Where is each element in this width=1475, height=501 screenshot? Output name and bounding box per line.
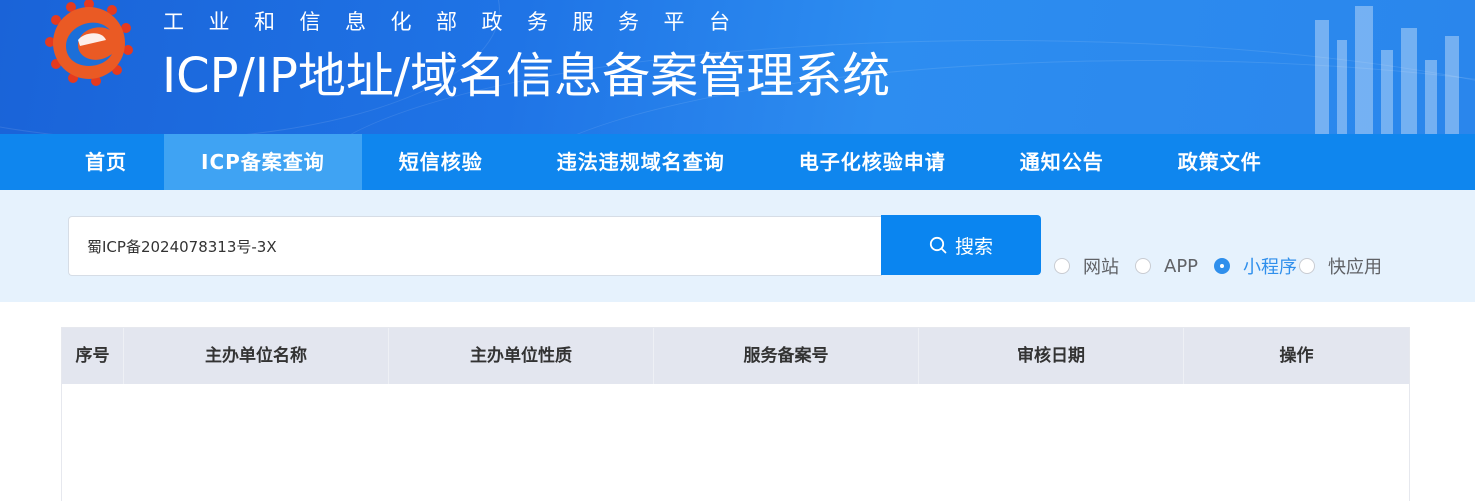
header-subtitle: 工业和信息化部政务服务平台 — [163, 10, 755, 34]
search-panel: 搜索 网站 APP 小程序 快应用 — [0, 190, 1475, 302]
radio-app[interactable]: APP — [1135, 256, 1198, 277]
radio-label: 网站 — [1083, 257, 1119, 278]
radio-label: 小程序 — [1243, 257, 1298, 278]
query-type-radio-group: 网站 APP 小程序 快应用 — [1054, 253, 1398, 279]
column-header-organizer-name: 主办单位名称 — [124, 328, 389, 384]
radio-quick-app[interactable]: 快应用 — [1299, 253, 1382, 279]
page-title: ICP/IP地址/域名信息备案管理系统 — [162, 48, 891, 104]
column-header-index: 序号 — [62, 328, 124, 384]
miit-gear-logo-icon[interactable] — [44, 0, 134, 86]
radio-circle[interactable] — [1214, 258, 1231, 274]
radio-label: APP — [1164, 255, 1199, 277]
nav-item-policy-files[interactable]: 政策文件 — [1141, 134, 1299, 190]
results-table: 序号 主办单位名称 主办单位性质 服务备案号 审核日期 操作 — [61, 327, 1410, 501]
search-button-label: 搜索 — [954, 235, 993, 258]
nav-item-sms-verify[interactable]: 短信核验 — [362, 134, 520, 190]
nav-item-electronic-verify[interactable]: 电子化核验申请 — [762, 134, 983, 190]
main-nav: 首页 ICP备案查询 短信核验 违法违规域名查询 电子化核验申请 通知公告 政策… — [0, 134, 1475, 190]
radio-label: 快应用 — [1328, 257, 1383, 278]
nav-item-icp-query[interactable]: ICP备案查询 — [164, 134, 362, 190]
nav-item-illegal-domain-query[interactable]: 违法违规域名查询 — [520, 134, 762, 190]
column-header-review-date: 审核日期 — [919, 328, 1184, 384]
radio-circle[interactable] — [1054, 258, 1070, 274]
search-button[interactable]: 搜索 — [881, 215, 1041, 275]
city-skyline-decoration — [1315, 6, 1459, 134]
radio-mini-program[interactable]: 小程序 — [1214, 253, 1297, 279]
column-header-actions: 操作 — [1279, 346, 1314, 366]
nav-item-notices[interactable]: 通知公告 — [983, 134, 1141, 190]
search-icon — [929, 236, 947, 254]
column-header-organizer-type: 主办单位性质 — [389, 328, 654, 384]
nav-item-home[interactable]: 首页 — [48, 134, 164, 190]
radio-circle[interactable] — [1135, 258, 1151, 274]
table-header-row: 序号 主办单位名称 主办单位性质 服务备案号 审核日期 操作 — [62, 328, 1409, 384]
radio-website[interactable]: 网站 — [1054, 253, 1119, 279]
search-input[interactable] — [68, 216, 882, 276]
column-header-record-number: 服务备案号 — [654, 328, 919, 384]
site-header: 工业和信息化部政务服务平台 ICP/IP地址/域名信息备案管理系统 — [0, 0, 1475, 134]
radio-circle[interactable] — [1299, 258, 1316, 274]
